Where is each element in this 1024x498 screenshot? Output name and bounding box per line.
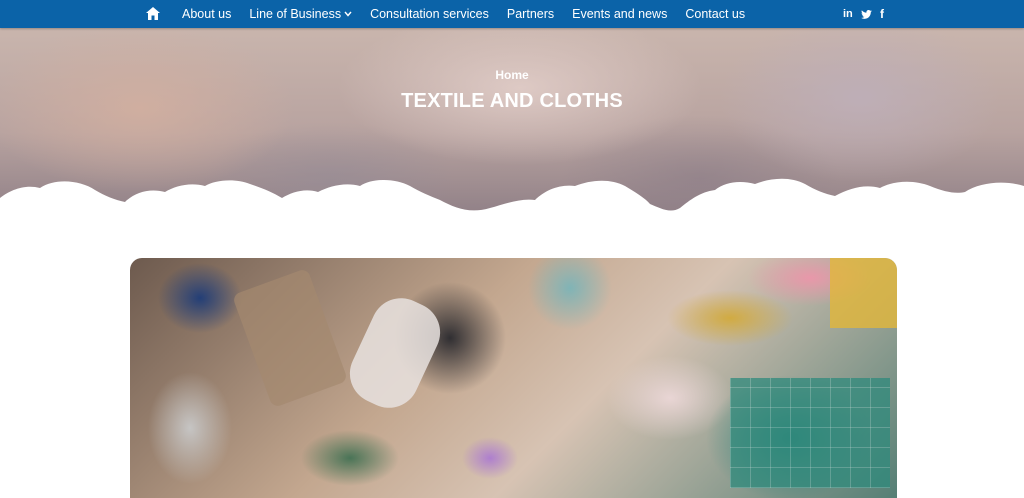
nav-item-label: Consultation services: [370, 7, 489, 21]
nav-item-label: About us: [182, 7, 232, 21]
top-navigation-bar: About us Line of Business Consultation s…: [0, 0, 1024, 28]
image-detail: [730, 378, 890, 488]
chevron-down-icon: [344, 11, 352, 17]
nav-item-partners[interactable]: Partners: [507, 7, 554, 21]
breadcrumb[interactable]: Home: [0, 68, 1024, 82]
home-icon[interactable]: [146, 6, 160, 20]
nav-item-label: Contact us: [685, 7, 746, 21]
nav-item-label: Events and news: [572, 7, 668, 21]
nav-item-consultation-services[interactable]: Consultation services: [370, 7, 489, 21]
image-detail: [340, 288, 450, 418]
featured-image: [130, 258, 897, 498]
image-detail: [231, 267, 349, 409]
nav-item-contact-us[interactable]: Contact us: [685, 7, 745, 21]
facebook-icon[interactable]: f: [880, 0, 884, 28]
torn-edge-divider: [0, 178, 1024, 218]
nav-item-about-us[interactable]: About us: [182, 7, 231, 21]
nav-item-line-of-business[interactable]: Line of Business: [249, 7, 352, 21]
twitter-icon[interactable]: [861, 0, 872, 28]
nav-item-label: Line of Business: [249, 7, 342, 21]
linkedin-icon[interactable]: in: [843, 0, 853, 28]
hero-banner: Home TEXTILE AND CLOTHS: [0, 28, 1024, 218]
nav-item-label: Partners: [506, 7, 555, 21]
page-title: TEXTILE AND CLOTHS: [401, 90, 623, 112]
nav-item-events-and-news[interactable]: Events and news: [572, 7, 667, 21]
image-detail: [830, 258, 897, 328]
nav-links: About us Line of Business Consultation s…: [182, 0, 763, 28]
